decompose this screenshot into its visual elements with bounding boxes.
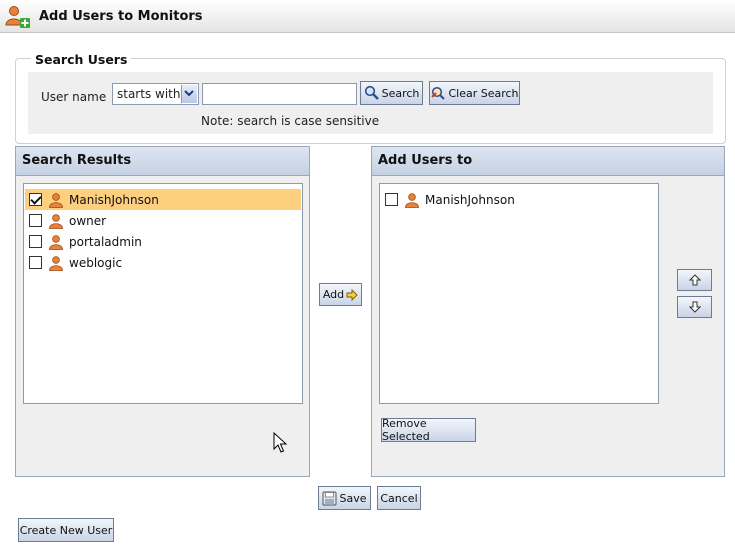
user-icon	[49, 213, 63, 229]
list-item-label: owner	[69, 213, 107, 228]
list-item[interactable]: weblogic	[25, 252, 301, 273]
clear-search-icon	[431, 86, 446, 100]
case-sensitive-note: Note: search is case sensitive	[201, 114, 380, 128]
search-results-panel: Search Results ManishJohnson owner porta…	[15, 146, 310, 477]
create-new-user-label: Create New User	[19, 523, 113, 537]
save-button[interactable]: Save	[318, 486, 371, 510]
username-search-input[interactable]	[202, 83, 357, 105]
create-new-user-button[interactable]: Create New User	[18, 518, 114, 542]
move-down-button[interactable]	[677, 296, 712, 318]
username-label: User name	[41, 90, 107, 104]
checkbox[interactable]	[385, 193, 398, 206]
list-item-label: ManishJohnson	[425, 192, 515, 207]
clear-search-label: Clear Search	[448, 86, 519, 100]
remove-selected-button[interactable]: Remove Selected	[381, 417, 476, 443]
user-icon	[49, 234, 63, 250]
list-item[interactable]: ManishJohnson	[381, 189, 657, 210]
remove-selected-label: Remove Selected	[382, 417, 430, 443]
checkbox[interactable]	[29, 193, 42, 206]
clear-search-button[interactable]: Clear Search	[429, 81, 520, 105]
user-icon	[405, 192, 419, 208]
list-item[interactable]: ManishJohnson	[25, 189, 301, 210]
save-label: Save	[339, 491, 367, 505]
search-results-title: Search Results	[16, 147, 309, 176]
list-item[interactable]: portaladmin	[25, 231, 301, 252]
arrow-right-icon	[346, 288, 358, 301]
move-up-button[interactable]	[677, 269, 712, 291]
add-user-icon	[5, 6, 30, 28]
checkbox[interactable]	[29, 214, 42, 227]
cancel-button[interactable]: Cancel	[377, 486, 421, 510]
add-button[interactable]: Add	[319, 283, 362, 306]
search-icon	[364, 85, 379, 100]
mouse-cursor-icon	[273, 432, 287, 453]
arrow-down-icon	[688, 301, 701, 313]
user-icon	[49, 192, 63, 208]
match-mode-select[interactable]: starts with	[112, 83, 199, 105]
search-results-list[interactable]: ManishJohnson owner portaladmin weblogic	[23, 183, 303, 404]
search-legend: Search Users	[31, 52, 132, 67]
page-title: Add Users to Monitors	[39, 9, 203, 24]
match-mode-value: starts with	[117, 87, 181, 101]
search-button[interactable]: Search	[360, 81, 423, 105]
user-icon	[49, 255, 63, 271]
checkbox[interactable]	[29, 256, 42, 269]
chevron-down-icon[interactable]	[181, 85, 197, 103]
list-item-label: weblogic	[69, 255, 123, 270]
search-button-label: Search	[381, 86, 420, 100]
list-item-label: portaladmin	[69, 234, 142, 249]
arrow-up-icon	[688, 274, 701, 286]
add-users-to-title: Add Users to	[372, 147, 724, 176]
list-item[interactable]: owner	[25, 210, 301, 231]
checkbox[interactable]	[29, 235, 42, 248]
selected-users-list[interactable]: ManishJohnson	[379, 183, 659, 404]
add-button-label: Add	[322, 288, 345, 301]
save-icon	[322, 491, 337, 505]
cancel-label: Cancel	[380, 491, 418, 505]
list-item-label: ManishJohnson	[69, 192, 159, 207]
